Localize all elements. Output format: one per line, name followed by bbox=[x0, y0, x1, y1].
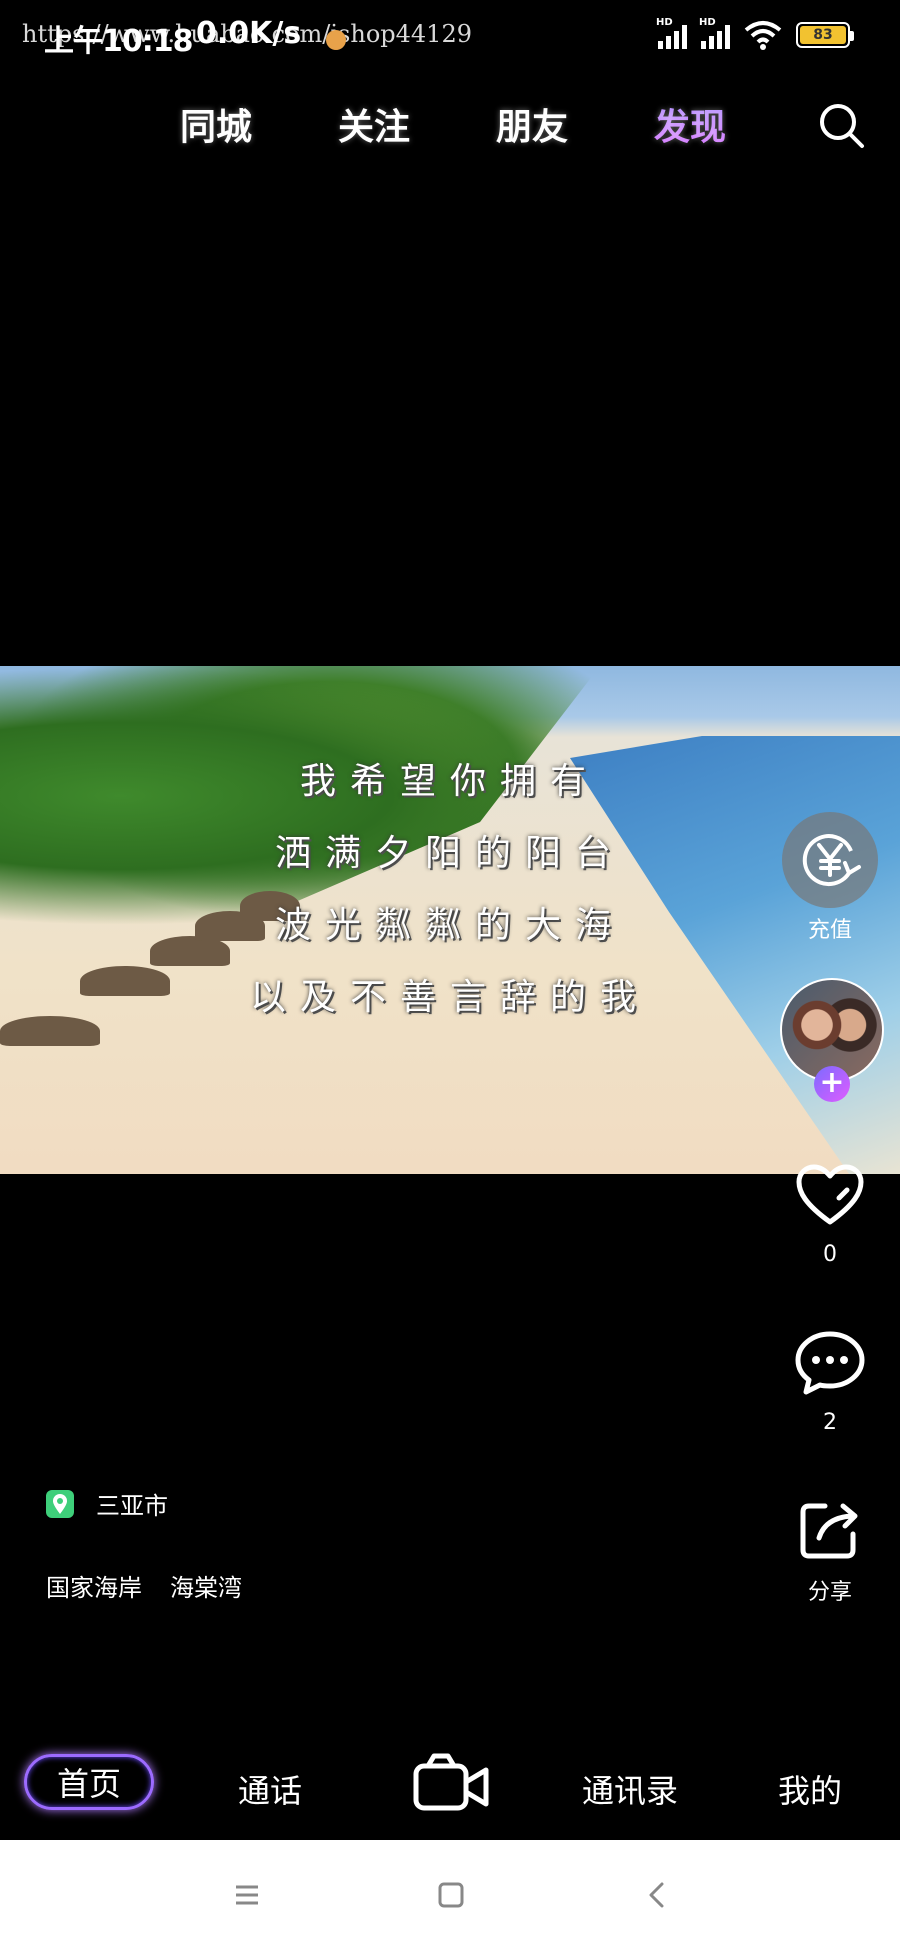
share-label: 分享 bbox=[807, 1580, 852, 1605]
nav-me[interactable]: 我的 bbox=[778, 1766, 842, 1812]
notification-dot-icon bbox=[326, 30, 346, 50]
menu-icon[interactable] bbox=[230, 1878, 264, 1912]
signal-type-label: HD bbox=[656, 17, 673, 28]
lyric-line: 洒满夕阳的阳台 bbox=[274, 833, 625, 874]
signal-type-label: HD bbox=[699, 17, 716, 28]
nav-home-label: 首页 bbox=[56, 1765, 121, 1803]
battery-icon: 83 bbox=[796, 22, 854, 48]
home-icon[interactable] bbox=[434, 1878, 468, 1912]
nav-calls[interactable]: 通话 bbox=[238, 1766, 302, 1812]
tab-friends[interactable]: 朋友 bbox=[496, 98, 568, 150]
lyrics-overlay: 我希望你拥有 洒满夕阳的阳台 波光粼粼的大海 以及不善言辞的我 bbox=[0, 746, 900, 1034]
search-icon[interactable] bbox=[816, 100, 866, 150]
location-pin-icon bbox=[46, 1489, 74, 1518]
location-tag[interactable]: 三亚市 bbox=[46, 1486, 168, 1521]
comment-count: 2 bbox=[823, 1410, 837, 1435]
tag-list: 国家海岸 海棠湾 bbox=[46, 1568, 242, 1603]
bottom-nav: 首页 通话 通讯录 我的 bbox=[0, 1740, 900, 1840]
watermark-url: https://www.huabao.com/ishop44129 bbox=[22, 20, 472, 48]
comment-icon bbox=[795, 1331, 865, 1395]
location-text: 三亚市 bbox=[96, 1492, 168, 1520]
top-tabs: 同城 关注 朋友 发现 bbox=[180, 98, 726, 150]
share-icon bbox=[800, 1503, 858, 1559]
video-camera-icon[interactable] bbox=[412, 1752, 490, 1814]
battery-level: 83 bbox=[800, 26, 846, 44]
lyric-line: 我希望你拥有 bbox=[299, 761, 600, 802]
status-icons: HD HD 83 bbox=[656, 17, 854, 50]
back-icon[interactable] bbox=[640, 1878, 674, 1912]
tab-local[interactable]: 同城 bbox=[180, 98, 252, 150]
follow-plus-icon[interactable]: + bbox=[814, 1066, 850, 1102]
recharge-label: 充值 bbox=[807, 918, 852, 943]
wifi-icon bbox=[744, 21, 782, 50]
heart-icon bbox=[796, 1164, 864, 1225]
lyric-line: 以及不善言辞的我 bbox=[249, 977, 650, 1018]
tag[interactable]: 国家海岸 bbox=[46, 1568, 142, 1603]
share-button[interactable]: 分享 bbox=[780, 1498, 880, 1606]
cell-signal-icon: HD bbox=[656, 17, 687, 49]
cell-signal-icon: HD bbox=[699, 17, 730, 49]
recharge-button[interactable]: 充值 bbox=[780, 812, 880, 944]
yuan-icon bbox=[782, 812, 878, 908]
status-bar: 上午10:18 0.0K/s https://www.huabao.com/is… bbox=[0, 0, 900, 70]
lyric-line: 波光粼粼的大海 bbox=[274, 905, 625, 946]
video-player[interactable]: 我希望你拥有 洒满夕阳的阳台 波光粼粼的大海 以及不善言辞的我 bbox=[0, 666, 900, 1174]
system-nav-bar bbox=[0, 1840, 900, 1950]
comment-button[interactable]: 2 bbox=[780, 1330, 880, 1435]
tab-following[interactable]: 关注 bbox=[338, 98, 410, 150]
author-avatar[interactable]: + bbox=[780, 978, 884, 1102]
tag[interactable]: 海棠湾 bbox=[170, 1568, 242, 1603]
nav-contacts[interactable]: 通讯录 bbox=[582, 1766, 678, 1812]
tab-discover[interactable]: 发现 bbox=[654, 98, 726, 150]
like-count: 0 bbox=[823, 1242, 837, 1267]
nav-home[interactable]: 首页 bbox=[24, 1754, 154, 1810]
like-button[interactable]: 0 bbox=[780, 1164, 880, 1267]
